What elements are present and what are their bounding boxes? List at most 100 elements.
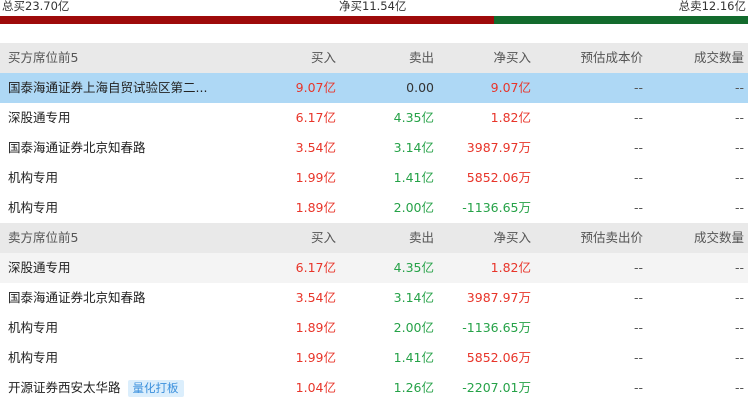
buy-amount: 6.17亿 [295,260,336,275]
sell-amount: 1.41亿 [393,350,434,365]
table-row[interactable]: 国泰海通证券北京知春路 3.54亿 3.14亿 3987.97万 -- -- [0,133,748,163]
sell-seats-table: 卖方席位前5 买入 卖出 净买入 预估卖出价 成交数量 深股通专用 6.17亿 4.… [0,223,748,403]
est-price: -- [633,350,643,365]
net-buy-amount: -1136.65万 [462,320,531,335]
table-row[interactable]: 机构专用 1.99亿 1.41亿 5852.06万 -- -- [0,163,748,193]
seat-name[interactable]: 深股通专用 [0,103,238,133]
volume: -- [734,350,744,365]
header-sell[interactable]: 卖出 [336,223,434,253]
table-row[interactable]: 国泰海通证券上海自贸试验区第二... 9.07亿 0.00 9.07亿 -- -- [0,73,748,103]
table-row[interactable]: 深股通专用 6.17亿 4.35亿 1.82亿 -- -- [0,253,748,283]
volume: -- [734,140,744,155]
seat-name-text: 深股通专用 [8,110,71,125]
est-price: -- [633,320,643,335]
est-price: -- [633,290,643,305]
volume: -- [734,80,744,95]
buy-amount: 1.04亿 [295,380,336,395]
sell-amount: 2.00亿 [393,200,434,215]
header-net-buy[interactable]: 净买入 [434,223,531,253]
net-buy-amount: 5852.06万 [466,170,531,185]
header-volume[interactable]: 成交数量 [643,223,748,253]
seat-name-text: 机构专用 [8,170,59,185]
est-price: -- [633,380,643,395]
seat-name[interactable]: 机构专用 [0,193,238,223]
buy-amount: 1.89亿 [295,320,336,335]
net-buy-amount: 3987.97万 [466,140,531,155]
summary-line: 总买23.70亿 净买11.54亿 总卖12.16亿 [0,0,748,14]
buy-amount: 3.54亿 [295,290,336,305]
sell-amount: 4.35亿 [393,260,434,275]
header-volume[interactable]: 成交数量 [643,43,748,73]
buy-ratio-segment [0,16,495,24]
net-buy-amount: 9.07亿 [490,80,531,95]
seat-name[interactable]: 开源证券西安太华路 量化打板 [0,373,238,403]
sell-ratio-segment [494,16,748,24]
table-row[interactable]: 开源证券西安太华路 量化打板 1.04亿 1.26亿 -2207.01万 -- -- [0,373,748,403]
seat-name-text: 机构专用 [8,320,59,335]
net-buy-label: 净买11.54亿 [339,0,407,13]
seat-name[interactable]: 深股通专用 [0,253,238,283]
seat-name[interactable]: 机构专用 [0,343,238,373]
table-row[interactable]: 深股通专用 6.17亿 4.35亿 1.82亿 -- -- [0,103,748,133]
sell-amount: 1.26亿 [393,380,434,395]
header-sell[interactable]: 卖出 [336,43,434,73]
seat-name[interactable]: 机构专用 [0,163,238,193]
seat-name-text: 开源证券西安太华路 [8,380,121,395]
buy-amount: 9.07亿 [295,80,336,95]
seat-name[interactable]: 国泰海通证券上海自贸试验区第二... [0,73,238,103]
seat-name-text: 机构专用 [8,200,59,215]
est-price: -- [633,260,643,275]
table-row[interactable]: 机构专用 1.99亿 1.41亿 5852.06万 -- -- [0,343,748,373]
est-price: -- [633,200,643,215]
volume: -- [734,380,744,395]
header-seat: 卖方席位前5 [8,230,79,245]
net-buy-amount: 1.82亿 [490,260,531,275]
header-buy[interactable]: 买入 [238,223,336,253]
header-est-cost[interactable]: 预估成本价 [531,43,643,73]
buy-amount: 6.17亿 [295,110,336,125]
sell-table-header: 卖方席位前5 买入 卖出 净买入 预估卖出价 成交数量 [0,223,748,253]
header-est-sell-price[interactable]: 预估卖出价 [531,223,643,253]
seat-name-text: 国泰海通证券北京知春路 [8,140,146,155]
table-row[interactable]: 机构专用 1.89亿 2.00亿 -1136.65万 -- -- [0,313,748,343]
net-buy-amount: 1.82亿 [490,110,531,125]
sell-amount: 3.14亿 [393,290,434,305]
sell-amount: 3.14亿 [393,140,434,155]
est-price: -- [633,170,643,185]
buy-amount: 1.89亿 [295,200,336,215]
seat-name-text: 国泰海通证券北京知春路 [8,290,146,305]
total-buy-label: 总买23.70亿 [2,0,70,13]
volume: -- [734,110,744,125]
seat-name-text: 深股通专用 [8,260,71,275]
seat-name[interactable]: 国泰海通证券北京知春路 [0,283,238,313]
volume: -- [734,290,744,305]
seat-name-text: 机构专用 [8,350,59,365]
est-price: -- [633,110,643,125]
sell-amount: 2.00亿 [393,320,434,335]
table-row[interactable]: 国泰海通证券北京知春路 3.54亿 3.14亿 3987.97万 -- -- [0,283,748,313]
header-seat: 买方席位前5 [8,50,79,65]
volume: -- [734,260,744,275]
header-net-buy[interactable]: 净买入 [434,43,531,73]
sell-amount: 0.00 [406,80,434,95]
volume: -- [734,200,744,215]
buy-amount: 3.54亿 [295,140,336,155]
quant-tag-badge[interactable]: 量化打板 [127,380,184,397]
buy-amount: 1.99亿 [295,170,336,185]
sell-amount: 1.41亿 [393,170,434,185]
net-buy-amount: 5852.06万 [466,350,531,365]
buy-sell-ratio-bar [0,16,748,24]
volume: -- [734,170,744,185]
est-price: -- [633,80,643,95]
total-sell-label: 总卖12.16亿 [678,0,746,13]
header-buy[interactable]: 买入 [238,43,336,73]
est-price: -- [633,140,643,155]
table-row[interactable]: 机构专用 1.89亿 2.00亿 -1136.65万 -- -- [0,193,748,223]
buy-amount: 1.99亿 [295,350,336,365]
seat-name[interactable]: 国泰海通证券北京知春路 [0,133,238,163]
seat-name[interactable]: 机构专用 [0,313,238,343]
buy-seats-table: 买方席位前5 买入 卖出 净买入 预估成本价 成交数量 国泰海通证券上海自贸试验… [0,43,748,223]
net-buy-amount: -2207.01万 [462,380,531,395]
sell-amount: 4.35亿 [393,110,434,125]
buy-table-header: 买方席位前5 买入 卖出 净买入 预估成本价 成交数量 [0,43,748,73]
